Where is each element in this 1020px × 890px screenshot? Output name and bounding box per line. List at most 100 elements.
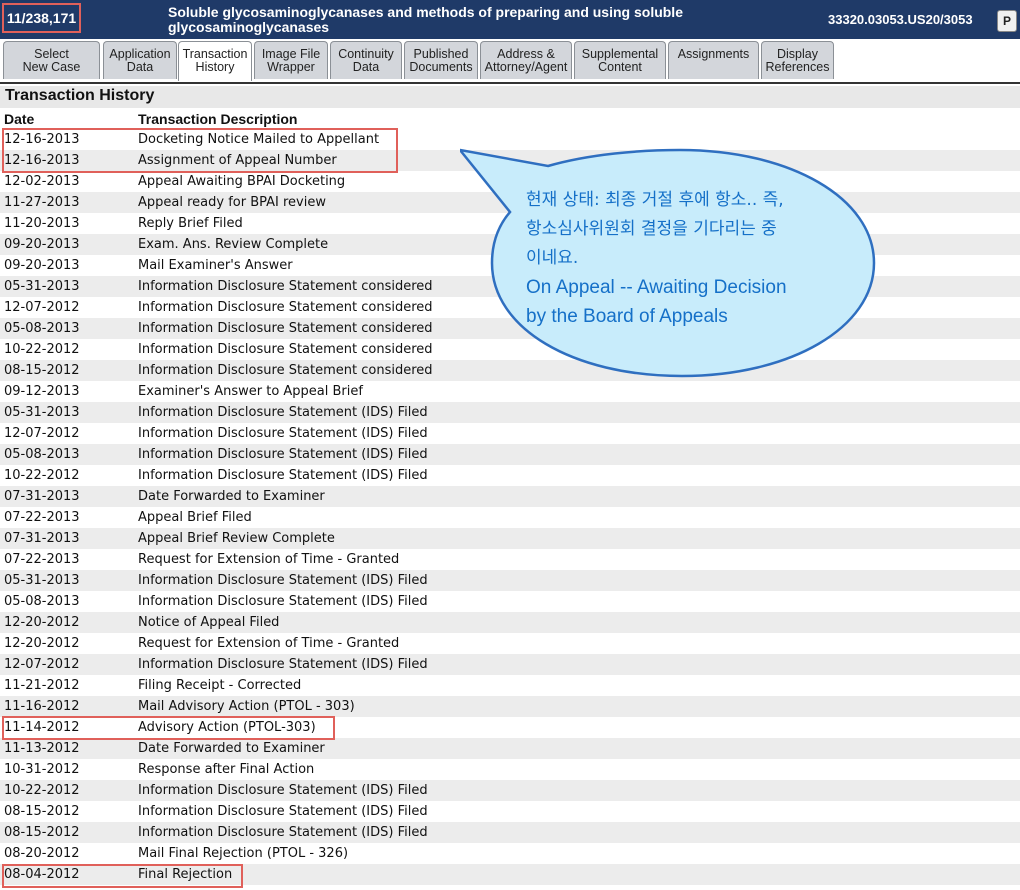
- transaction-description: Date Forwarded to Examiner: [134, 486, 1020, 507]
- table-row: 07-22-2013 Appeal Brief Filed: [0, 507, 1020, 528]
- tab-continuity-data[interactable]: Continuity Data: [330, 41, 402, 79]
- transaction-date: 08-04-2012: [0, 864, 134, 885]
- transaction-date: 10-22-2012: [4, 342, 80, 357]
- transaction-date: 05-08-2013: [0, 318, 134, 339]
- section-title: Transaction History: [5, 87, 155, 104]
- transaction-date: 05-08-2013: [0, 444, 134, 465]
- table-row: 12-07-2012 Information Disclosure Stateme…: [0, 654, 1020, 675]
- transaction-date: 07-22-2013: [4, 552, 80, 567]
- transaction-description: Information Disclosure Statement (IDS) F…: [138, 804, 428, 819]
- transaction-date: 08-20-2012: [4, 846, 80, 861]
- transaction-date: 11-27-2013: [0, 192, 134, 213]
- tab-transaction-history[interactable]: Transaction History: [178, 41, 252, 81]
- transaction-date: 12-16-2013: [0, 150, 134, 171]
- tab-published-documents[interactable]: Published Documents: [404, 41, 478, 79]
- transaction-date: 10-31-2012: [4, 762, 80, 777]
- transaction-description: Information Disclosure Statement (IDS) F…: [138, 468, 428, 483]
- transaction-description: Date Forwarded to Examiner: [134, 738, 1020, 759]
- tab-bar: Select New Case Application Data Transac…: [0, 39, 1020, 81]
- transaction-date: 07-31-2013: [0, 486, 134, 507]
- table-row: 05-31-2013 Information Disclosure Stateme…: [0, 402, 1020, 423]
- tab-supplemental-content[interactable]: Supplemental Content: [574, 41, 666, 79]
- transaction-date: 09-20-2013: [0, 234, 134, 255]
- table-row: 08-15-2012 Information Disclosure Stateme…: [0, 801, 1020, 822]
- transaction-date: 12-07-2012: [0, 654, 134, 675]
- tab-assignments[interactable]: Assignments: [668, 41, 759, 79]
- transaction-date: 12-07-2012: [4, 300, 80, 315]
- table-row: 08-15-2012 Information Disclosure Stateme…: [0, 822, 1020, 843]
- table-row: 10-22-2012 Information Disclosure Stateme…: [0, 465, 1020, 486]
- table-row: 12-20-2012 Notice of Appeal Filed: [0, 612, 1020, 633]
- transaction-description: Request for Extension of Time - Granted: [138, 552, 400, 567]
- transaction-date: 09-12-2013: [4, 384, 80, 399]
- transaction-description: Appeal Brief Review Complete: [134, 528, 1020, 549]
- table-header-row: Date Transaction Description: [0, 108, 1020, 129]
- header-bar: 11/238,171 Soluble glycosaminoglycanases…: [0, 0, 1020, 39]
- case-title: Soluble glycosaminoglycanases and method…: [168, 4, 683, 35]
- transaction-description: Docketing Notice Mailed to Appellant: [138, 132, 380, 147]
- transaction-date: 05-31-2013: [0, 402, 134, 423]
- tab-image-file-wrapper[interactable]: Image File Wrapper: [254, 41, 328, 79]
- transaction-date: 10-22-2012: [4, 468, 80, 483]
- table-row: 11-14-2012 Advisory Action (PTOL-303): [0, 717, 1020, 738]
- transaction-date: 11-21-2012: [4, 678, 80, 693]
- column-header-date: Date: [4, 110, 35, 127]
- transaction-date: 05-31-2013: [0, 276, 134, 297]
- tab-address-attorney-agent[interactable]: Address & Attorney/Agent: [480, 41, 572, 79]
- transaction-date: 08-15-2012: [0, 360, 134, 381]
- table-row: 11-13-2012 Date Forwarded to Examiner: [0, 738, 1020, 759]
- transaction-date: 07-31-2013: [0, 528, 134, 549]
- transaction-date: 11-14-2012: [4, 720, 80, 735]
- annotation-korean: 현재 상태: 최종 거절 후에 항소.. 즉, 항소심사위원회 결정을 기다리는…: [526, 190, 784, 268]
- transaction-description: Information Disclosure Statement (IDS) F…: [134, 654, 1020, 675]
- transaction-description: Response after Final Action: [138, 762, 315, 777]
- transaction-date: 12-02-2013: [4, 174, 80, 189]
- table-row: 05-31-2013 Information Disclosure Stateme…: [0, 570, 1020, 591]
- table-row: 12-07-2012 Information Disclosure Stateme…: [0, 423, 1020, 444]
- docket-number: 33320.03053.US20/3053: [828, 12, 973, 27]
- transaction-date: 09-20-2013: [4, 258, 80, 273]
- transaction-date: 08-15-2012: [4, 804, 80, 819]
- tab-application-data[interactable]: Application Data: [103, 41, 177, 79]
- tab-select-new-case[interactable]: Select New Case: [3, 41, 100, 79]
- table-row: 08-04-2012 Final Rejection: [0, 864, 1020, 885]
- transaction-date: 05-08-2013: [4, 594, 80, 609]
- transaction-date: 12-07-2012: [4, 426, 80, 441]
- table-row: 11-21-2012 Filing Receipt - Corrected: [0, 675, 1020, 696]
- column-header-description: Transaction Description: [138, 110, 298, 127]
- transaction-date: 12-16-2013: [4, 132, 80, 147]
- table-row: 08-20-2012 Mail Final Rejection (PTOL - 3…: [0, 843, 1020, 864]
- transaction-date: 12-20-2012: [4, 636, 80, 651]
- table-row: 11-16-2012 Mail Advisory Action (PTOL - 3…: [0, 696, 1020, 717]
- table-row: 12-16-2013 Docketing Notice Mailed to App…: [0, 129, 1020, 150]
- table-row: 12-20-2012 Request for Extension of Time …: [0, 633, 1020, 654]
- table-row: 05-08-2013 Information Disclosure Stateme…: [0, 591, 1020, 612]
- table-row: 05-08-2013 Information Disclosure Stateme…: [0, 444, 1020, 465]
- transaction-description: Information Disclosure Statement (IDS) F…: [134, 570, 1020, 591]
- annotation-text: 현재 상태: 최종 거절 후에 항소.. 즉, 항소심사위원회 결정을 기다리는…: [526, 186, 846, 331]
- transaction-date: 11-13-2012: [0, 738, 134, 759]
- pdf-icon[interactable]: P: [997, 10, 1017, 32]
- transaction-description: Information Disclosure Statement (IDS) F…: [134, 822, 1020, 843]
- transaction-description: Appeal Brief Filed: [138, 510, 252, 525]
- transaction-date: 10-22-2012: [0, 780, 134, 801]
- transaction-description: Information Disclosure Statement (IDS) F…: [134, 780, 1020, 801]
- transaction-description: Request for Extension of Time - Granted: [138, 636, 400, 651]
- transaction-date: 05-31-2013: [0, 570, 134, 591]
- table-row: 10-31-2012 Response after Final Action: [0, 759, 1020, 780]
- table-row: 10-22-2012 Information Disclosure Stateme…: [0, 780, 1020, 801]
- transaction-description: Notice of Appeal Filed: [134, 612, 1020, 633]
- table-row: 07-31-2013 Date Forwarded to Examiner: [0, 486, 1020, 507]
- transaction-date: 07-22-2013: [4, 510, 80, 525]
- transaction-description: Mail Advisory Action (PTOL - 303): [134, 696, 1020, 717]
- transaction-description: Information Disclosure Statement (IDS) F…: [138, 594, 428, 609]
- transaction-date: 08-15-2012: [0, 822, 134, 843]
- tab-display-references[interactable]: Display References: [761, 41, 834, 79]
- transaction-description: Information Disclosure Statement (IDS) F…: [134, 444, 1020, 465]
- table-row: 07-22-2013 Request for Extension of Time …: [0, 549, 1020, 570]
- transaction-description: Information Disclosure Statement (IDS) F…: [134, 402, 1020, 423]
- transaction-description: Mail Final Rejection (PTOL - 326): [138, 846, 349, 861]
- table-row: 07-31-2013 Appeal Brief Review Complete: [0, 528, 1020, 549]
- application-number: 11/238,171: [2, 3, 81, 33]
- transaction-description: Final Rejection: [134, 864, 1020, 885]
